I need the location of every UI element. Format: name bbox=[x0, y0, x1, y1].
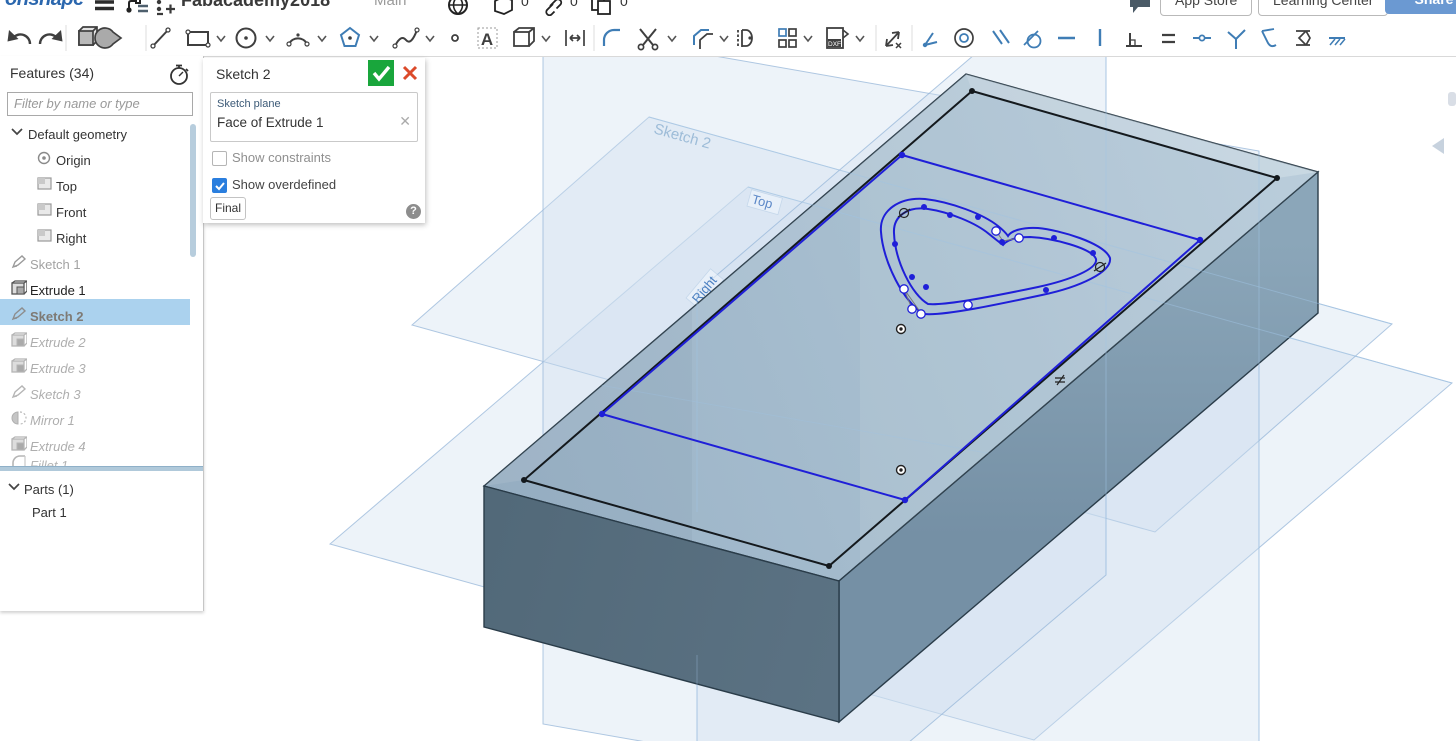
svg-text:A: A bbox=[481, 30, 493, 49]
svg-text:DXF: DXF bbox=[828, 41, 841, 48]
